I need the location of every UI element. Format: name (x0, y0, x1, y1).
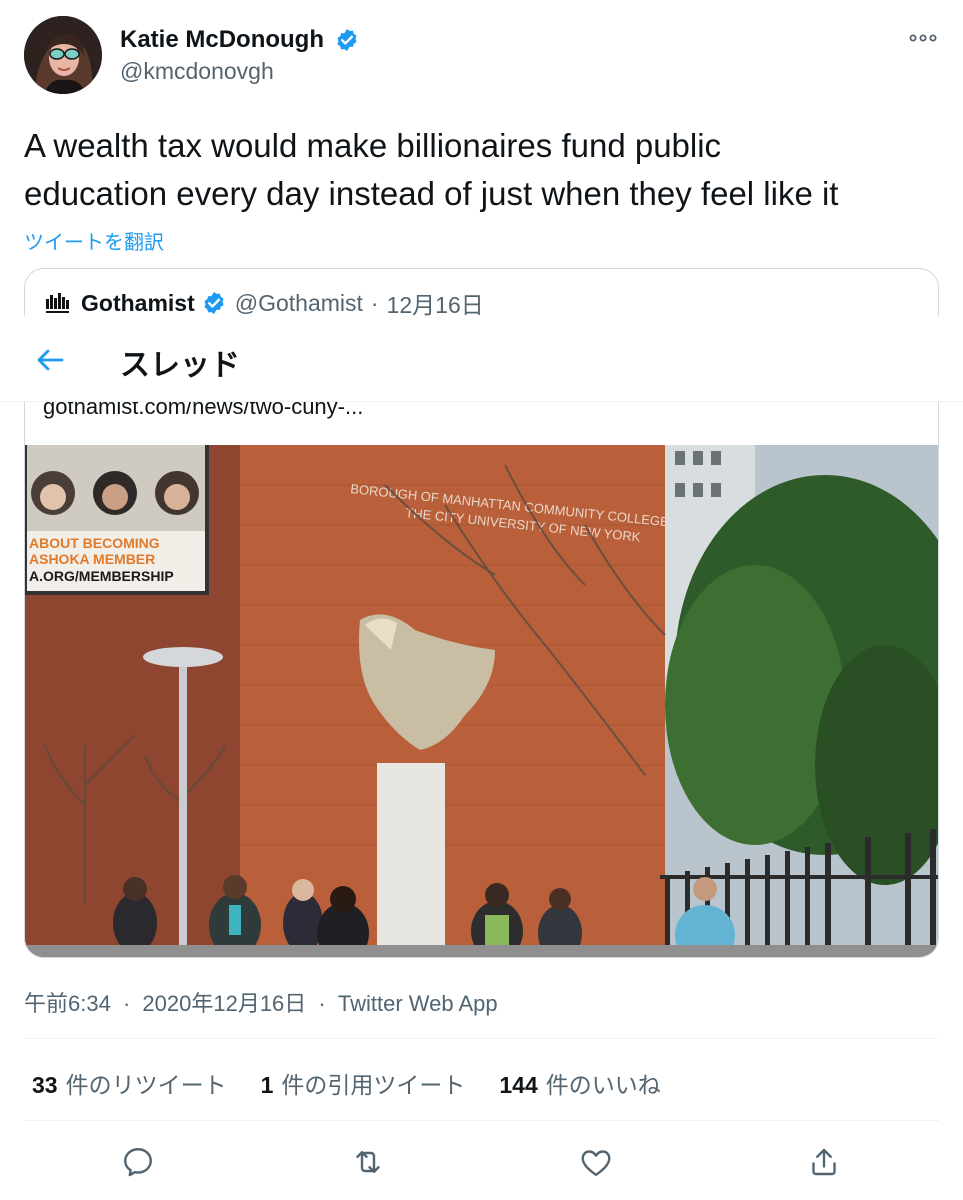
retweets-stat[interactable]: 33 件のリツイート (32, 1066, 227, 1100)
quoted-author-name[interactable]: Gothamist (81, 290, 195, 317)
billboard-line2: ASHOKA MEMBER (29, 551, 155, 567)
verified-icon (201, 290, 227, 316)
retweet-icon[interactable] (350, 1144, 386, 1180)
tweet-time[interactable]: 午前6:34 (24, 986, 111, 1018)
thread-header-bar: スレッド (0, 316, 963, 402)
back-arrow-icon[interactable] (30, 340, 70, 380)
tweet-text-line: education every day instead of just when… (24, 175, 839, 212)
quoted-link-image[interactable]: BOROUGH OF MANHATTAN COMMUNITY COLLEGE T… (25, 443, 938, 957)
verified-icon (334, 27, 360, 53)
author-name[interactable]: Katie McDonough (120, 26, 324, 54)
author-handle[interactable]: @kmcdonovgh (120, 58, 360, 85)
divider (24, 1120, 939, 1121)
tweet-stats: 33 件のリツイート 1 件の引用ツイート 144 件のいいね (32, 1066, 695, 1100)
quotes-count: 1 (260, 1072, 274, 1098)
likes-stat[interactable]: 144 件のいいね (499, 1066, 660, 1100)
likes-count: 144 (499, 1072, 538, 1098)
translate-link[interactable]: ツイートを翻訳 (24, 226, 164, 255)
like-icon[interactable] (578, 1144, 614, 1180)
quotes-stat[interactable]: 1 件の引用ツイート (261, 1066, 466, 1100)
tweet-source[interactable]: Twitter Web App (338, 991, 498, 1017)
tweet-timestamp: 午前6:34 · 2020年12月16日 · Twitter Web App (24, 986, 498, 1018)
separator-dot: · (122, 991, 131, 1016)
avatar[interactable] (24, 16, 102, 94)
quoted-tweet-header: Gothamist @Gothamist · 12月16日 (43, 287, 484, 319)
share-icon[interactable] (806, 1144, 842, 1180)
page-title: スレッド (120, 349, 240, 382)
divider (24, 1038, 939, 1039)
gothamist-logo-icon (43, 289, 71, 317)
more-icon[interactable] (907, 28, 939, 48)
author-block: Katie McDonough @kmcdonovgh (120, 26, 360, 85)
reply-icon[interactable] (120, 1144, 156, 1180)
quotes-label: 件の引用ツイート (281, 1072, 466, 1098)
tweet-text-line: A wealth tax would make billionaires fun… (24, 127, 722, 164)
separator-dot: · (318, 991, 326, 1016)
tweet-text: A wealth tax would make billionaires fun… (24, 122, 939, 218)
retweets-label: 件のリツイート (65, 1072, 227, 1098)
billboard-line3: A.ORG/MEMBERSHIP (29, 568, 174, 584)
tweet-actions (24, 1138, 939, 1188)
quoted-author-handle[interactable]: @Gothamist (235, 290, 363, 317)
separator-dot: · (370, 289, 379, 316)
retweets-count: 33 (32, 1072, 58, 1098)
tweet-header: Katie McDonough @kmcdonovgh (24, 16, 939, 96)
billboard-line1: ABOUT BECOMING (29, 535, 160, 551)
likes-label: 件のいいね (545, 1072, 661, 1098)
quoted-date[interactable]: 12月16日 (387, 286, 484, 320)
tweet-date[interactable]: 2020年12月16日 (142, 986, 306, 1018)
